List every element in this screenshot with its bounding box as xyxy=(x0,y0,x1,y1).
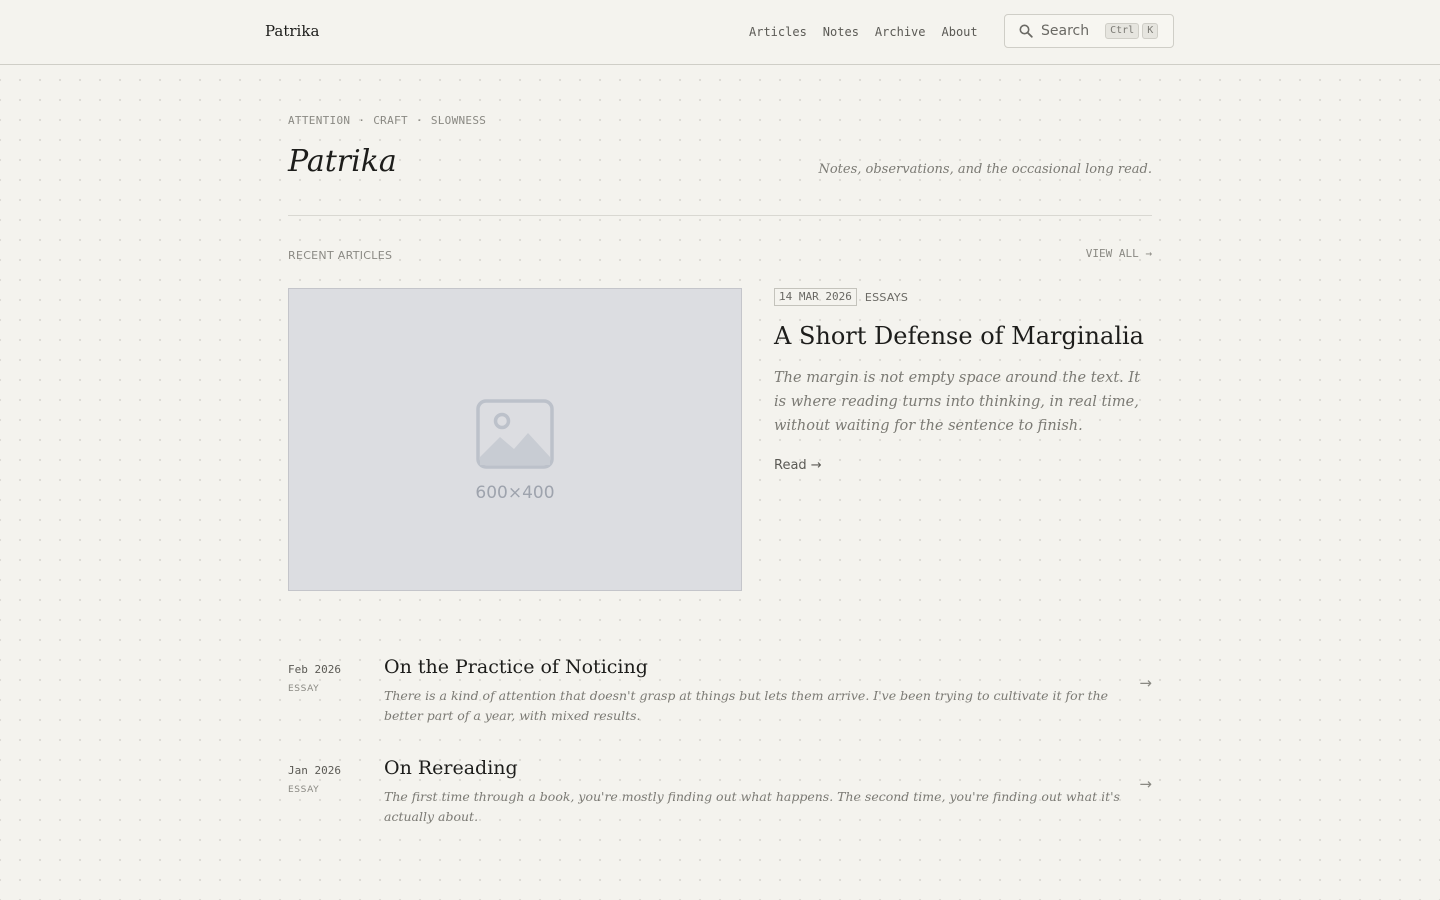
topic-tags: ATTENTION · CRAFT · SLOWNESS xyxy=(288,114,486,127)
article-list-item[interactable]: Feb 2026 ESSAY On the Practice of Notici… xyxy=(288,656,1152,726)
article-category: ESSAY xyxy=(288,785,320,795)
article-date: Feb 2026 xyxy=(288,663,341,676)
page-tagline: Notes, observations, and the occasional … xyxy=(818,162,1152,177)
search-label: Search xyxy=(1041,23,1090,39)
article-category: ESSAY xyxy=(288,684,320,694)
tag-slowness: SLOWNESS xyxy=(430,114,487,127)
arrow-right-icon[interactable]: → xyxy=(1139,775,1152,793)
featured-article-excerpt: The margin is not empty space around the… xyxy=(774,370,1140,434)
article-date: Jan 2026 xyxy=(288,764,341,777)
search-box[interactable]: Search Ctrl K xyxy=(1004,14,1174,48)
shortcut-ctrl-key: Ctrl xyxy=(1105,23,1140,39)
featured-category[interactable]: ESSAYS xyxy=(865,291,908,304)
article-list-item[interactable]: Jan 2026 ESSAY On Rereading The first ti… xyxy=(288,757,1152,827)
search-icon xyxy=(1019,24,1033,38)
nav-articles[interactable]: Articles xyxy=(749,25,807,39)
top-navbar: Patrika Articles Notes Archive About Sea… xyxy=(0,0,1440,65)
image-size-label: 600×400 xyxy=(475,483,555,503)
featured-date-badge: 14 MAR 2026 xyxy=(774,288,857,306)
article-title[interactable]: On Rereading xyxy=(384,757,518,779)
main-nav: Articles Notes Archive About xyxy=(749,25,978,39)
tag-separator: · xyxy=(358,114,366,127)
tag-separator: · xyxy=(415,114,423,127)
tag-attention: ATTENTION xyxy=(288,114,351,127)
read-link[interactable]: Read → xyxy=(774,458,822,473)
arrow-right-icon[interactable]: → xyxy=(1139,674,1152,692)
featured-meta: 14 MAR 2026 ESSAYS xyxy=(774,288,908,306)
article-excerpt: There is a kind of attention that doesn'… xyxy=(384,688,1109,723)
tag-craft: CRAFT xyxy=(373,114,408,127)
section-heading-recent: RECENT ARTICLES xyxy=(288,249,393,262)
featured-article-title[interactable]: A Short Defense of Marginalia xyxy=(774,322,1154,350)
page-title: Patrika xyxy=(288,144,397,179)
image-placeholder-icon xyxy=(476,399,554,469)
featured-image-placeholder[interactable]: 600×400 xyxy=(288,288,742,591)
brand-logo[interactable]: Patrika xyxy=(265,22,319,40)
divider xyxy=(288,215,1152,216)
article-title[interactable]: On the Practice of Noticing xyxy=(384,656,648,678)
nav-archive[interactable]: Archive xyxy=(875,25,926,39)
nav-notes[interactable]: Notes xyxy=(823,25,859,39)
shortcut-k-key: K xyxy=(1142,23,1159,39)
view-all-link[interactable]: VIEW ALL → xyxy=(1086,247,1152,260)
nav-about[interactable]: About xyxy=(942,25,978,39)
article-excerpt: The first time through a book, you're mo… xyxy=(384,789,1120,824)
